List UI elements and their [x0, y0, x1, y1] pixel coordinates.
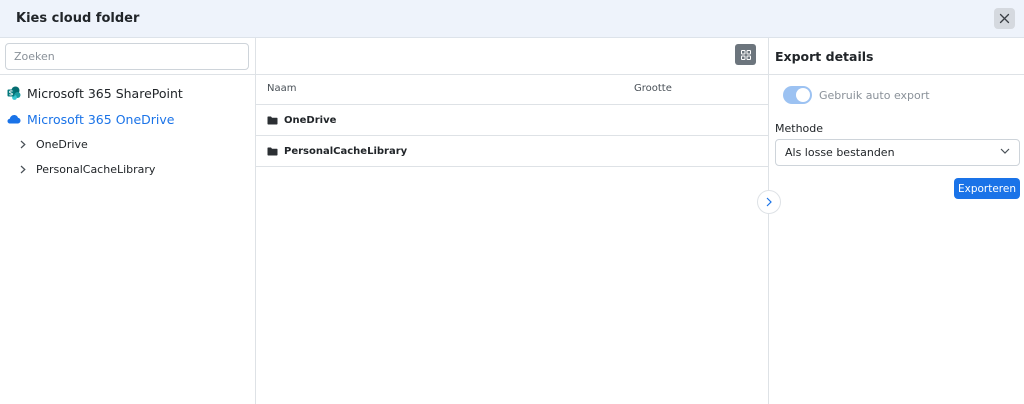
- tree-item-onedrive-folder[interactable]: OneDrive: [20, 135, 88, 153]
- chevron-down-icon: [1000, 148, 1010, 154]
- file-name: OneDrive: [284, 114, 337, 126]
- folder-icon: [267, 116, 279, 125]
- tree-item-label: Microsoft 365 SharePoint: [27, 85, 183, 101]
- divider: [0, 74, 256, 75]
- auto-export-label: Gebruik auto export: [819, 89, 930, 102]
- export-button[interactable]: Exporteren: [954, 178, 1020, 199]
- auto-export-toggle[interactable]: [783, 86, 812, 104]
- method-selected-value: Als losse bestanden: [785, 146, 895, 159]
- tree-item-sharepoint[interactable]: Microsoft 365 SharePoint: [7, 83, 183, 103]
- dialog-header: Kies cloud folder: [0, 0, 1024, 38]
- chevron-right-icon: [20, 165, 30, 174]
- tree-item-label: Microsoft 365 OneDrive: [27, 111, 175, 127]
- search-input[interactable]: [5, 43, 249, 70]
- divider: [256, 74, 769, 75]
- folder-tree-panel: Microsoft 365 SharePoint Microsoft 365 O…: [0, 38, 256, 404]
- tree-item-onedrive[interactable]: Microsoft 365 OneDrive: [7, 109, 174, 129]
- divider: [256, 166, 769, 167]
- close-button[interactable]: [994, 8, 1015, 29]
- file-name: PersonalCacheLibrary: [284, 145, 408, 157]
- dialog-title: Kies cloud folder: [16, 11, 140, 26]
- tree-item-label: PersonalCacheLibrary: [36, 162, 156, 176]
- divider: [769, 74, 1024, 75]
- table-row[interactable]: OneDrive: [256, 105, 769, 135]
- sharepoint-icon: [7, 86, 21, 100]
- column-header-name[interactable]: Naam: [267, 83, 296, 94]
- column-header-size[interactable]: Grootte: [634, 83, 672, 94]
- table-row[interactable]: PersonalCacheLibrary: [256, 136, 769, 166]
- export-details-panel: Export details Gebruik auto export Metho…: [769, 38, 1024, 404]
- tree-item-personalcachelibrary[interactable]: PersonalCacheLibrary: [20, 160, 155, 178]
- method-select[interactable]: Als losse bestanden: [775, 139, 1020, 166]
- export-title: Export details: [775, 49, 874, 64]
- close-icon: [999, 13, 1010, 24]
- folder-icon: [267, 147, 279, 156]
- onedrive-cloud-icon: [7, 112, 21, 126]
- file-list-panel: Naam Grootte OneDrive PersonalCacheLibra…: [256, 38, 769, 404]
- grid-view-button[interactable]: [735, 44, 756, 65]
- tree-item-label: OneDrive: [36, 137, 88, 151]
- chevron-right-icon: [20, 140, 30, 149]
- toggle-knob: [796, 88, 810, 102]
- method-label: Methode: [775, 122, 824, 135]
- grid-icon: [740, 49, 751, 60]
